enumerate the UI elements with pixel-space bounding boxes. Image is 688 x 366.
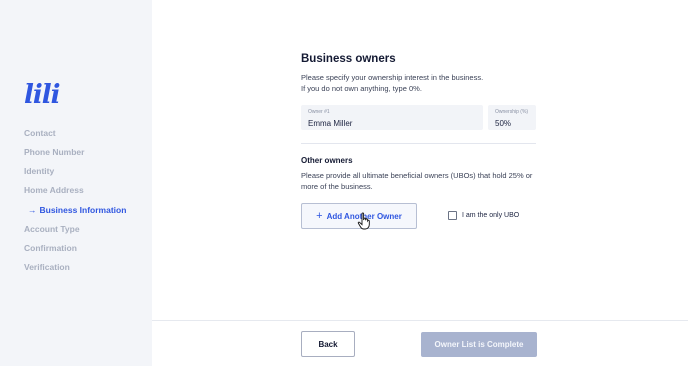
- sidebar: lili Contact Phone Number Identity Home …: [0, 0, 152, 366]
- subtitle-line-1: Please specify your ownership interest i…: [301, 73, 484, 82]
- footer-divider: [152, 320, 688, 321]
- lili-logo: lili: [24, 80, 61, 110]
- other-owners-heading: Other owners: [301, 156, 353, 165]
- sidebar-item-label: Business Information: [39, 205, 127, 215]
- only-ubo-label: I am the only UBO: [462, 212, 520, 219]
- ownership-percent-value: 50%: [495, 119, 512, 128]
- other-owners-description: Please provide all ultimate beneficial o…: [301, 171, 533, 191]
- page-title: Business owners: [301, 53, 396, 65]
- owner-name-label: Owner #1: [308, 109, 330, 115]
- plus-icon: +: [316, 210, 323, 222]
- sidebar-item-contact[interactable]: Contact: [24, 128, 56, 138]
- sidebar-item-phone-number[interactable]: Phone Number: [24, 147, 84, 157]
- section-divider: [301, 143, 536, 144]
- sidebar-item-account-type[interactable]: Account Type: [24, 224, 80, 234]
- sidebar-item-verification[interactable]: Verification: [24, 262, 70, 272]
- hand-pointer-icon: [357, 212, 370, 230]
- owner-name-value: Emma Miller: [308, 119, 353, 128]
- subtitle-line-2: If you do not own anything, type 0%.: [301, 84, 422, 93]
- only-ubo-checkbox[interactable]: [448, 211, 457, 220]
- ownership-percent-label: Ownership (%): [495, 109, 529, 115]
- owner-list-complete-button[interactable]: Owner List is Complete: [421, 332, 537, 357]
- sidebar-item-business-information[interactable]: → Business Information: [28, 205, 126, 215]
- sidebar-item-identity[interactable]: Identity: [24, 166, 54, 176]
- page-subtitle: Please specify your ownership interest i…: [301, 72, 501, 94]
- ownership-percent-field[interactable]: Ownership (%) 50%: [488, 105, 536, 130]
- owner-name-field[interactable]: Owner #1 Emma Miller: [301, 105, 483, 130]
- sidebar-item-confirmation[interactable]: Confirmation: [24, 243, 77, 253]
- sidebar-item-home-address[interactable]: Home Address: [24, 185, 84, 195]
- main-content: Business owners Please specify your owne…: [152, 0, 688, 366]
- arrow-right-icon: →: [28, 205, 37, 215]
- back-button[interactable]: Back: [301, 331, 355, 357]
- only-ubo-checkbox-row[interactable]: I am the only UBO: [448, 211, 519, 220]
